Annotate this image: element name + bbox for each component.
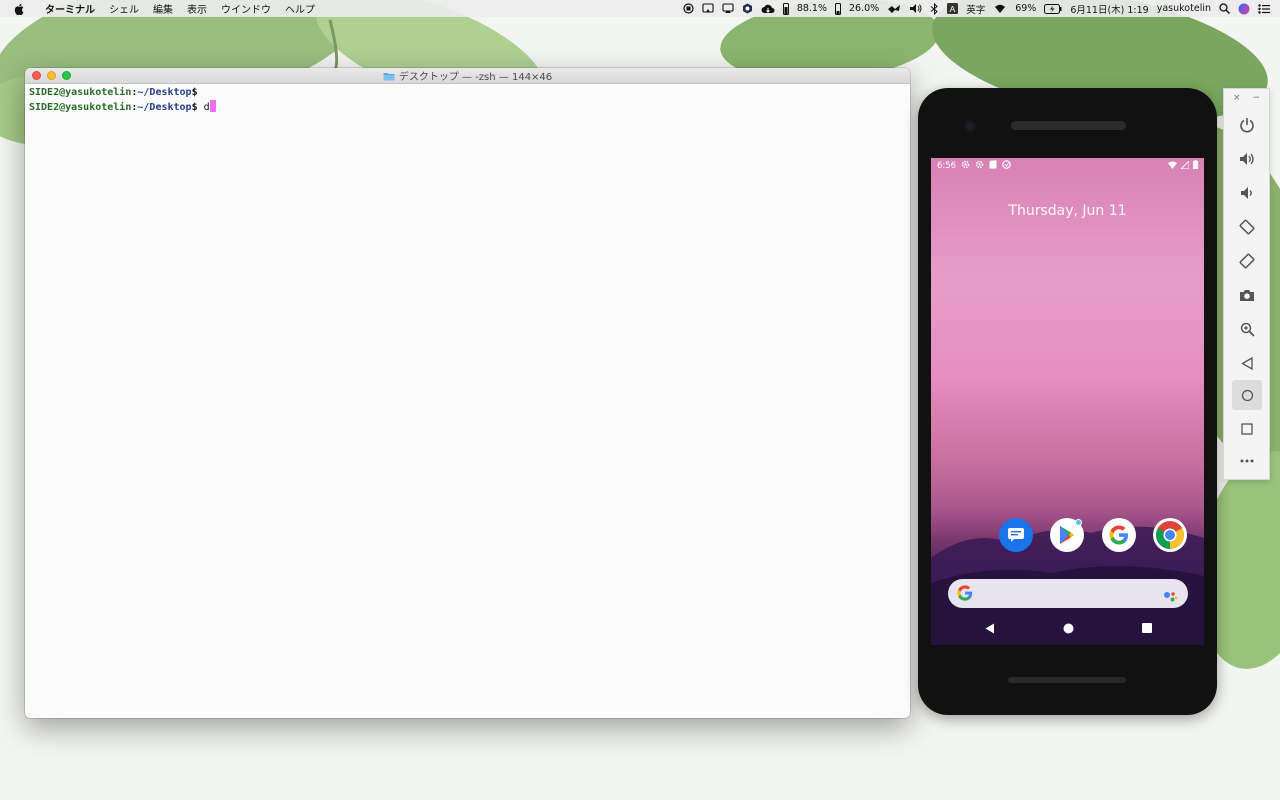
weather-icon[interactable] <box>887 4 901 14</box>
android-nav-bar <box>931 613 1204 645</box>
bluetooth-icon[interactable] <box>930 2 939 15</box>
record-icon[interactable] <box>683 3 694 14</box>
power-icon[interactable] <box>1232 110 1262 140</box>
back-icon[interactable] <box>983 621 997 635</box>
memory-icon <box>782 2 789 15</box>
home-button-icon[interactable] <box>1232 380 1262 410</box>
notification-center-icon[interactable] <box>1258 3 1270 14</box>
messages-icon[interactable] <box>999 518 1033 552</box>
terminal-line: SIDE2@yasukotelin:~/Desktop$ <box>29 86 906 100</box>
menu-view[interactable]: 表示 <box>180 1 214 16</box>
search-icon[interactable] <box>1219 3 1230 14</box>
minimize-button[interactable] <box>47 71 56 80</box>
google-search-bar[interactable] <box>948 579 1188 608</box>
prompt-user: SIDE2@yasukotelin <box>29 102 132 113</box>
camera-icon[interactable] <box>1232 280 1262 310</box>
battery-text-1: 88.1% <box>796 3 827 14</box>
volume-icon[interactable] <box>909 3 922 14</box>
airplay-icon[interactable] <box>722 3 734 14</box>
home-date[interactable]: Thursday, Jun 11 <box>931 203 1204 219</box>
phone-time: 6:56 <box>937 161 957 171</box>
siri-icon[interactable] <box>1238 3 1250 15</box>
terminal-content[interactable]: SIDE2@yasukotelin:~/Desktop$ SIDE2@yasuk… <box>25 84 910 117</box>
sync-icon <box>1002 160 1011 172</box>
battery-percent: 69% <box>1015 3 1037 14</box>
apple-icon[interactable] <box>14 3 30 15</box>
user-name[interactable]: yasukotelin <box>1157 3 1211 14</box>
battery-icon[interactable] <box>1044 3 1062 14</box>
emulator-close-button[interactable]: × <box>1233 93 1241 103</box>
android-emulator-device: 6:56 Thursday, Jun 11 <box>918 88 1217 715</box>
front-camera <box>964 120 976 132</box>
phone-battery-icon <box>1193 160 1198 172</box>
play-store-icon[interactable] <box>1050 518 1084 552</box>
back-button-icon[interactable] <box>1232 348 1262 378</box>
wifi-icon <box>1168 161 1177 172</box>
menu-edit[interactable]: 編集 <box>146 1 180 16</box>
prompt-path: ~/Desktop <box>137 87 192 98</box>
prompt-path: ~/Desktop <box>137 102 192 113</box>
command-input[interactable]: d <box>198 102 210 113</box>
volume-down-icon[interactable] <box>1232 178 1262 208</box>
earpiece-speaker <box>1011 121 1126 130</box>
screen-share-icon[interactable] <box>702 3 714 14</box>
home-dock <box>931 518 1204 554</box>
cloud-icon[interactable] <box>761 4 775 14</box>
emulator-toolbar: × − <box>1223 88 1270 480</box>
wifi-icon[interactable] <box>993 3 1007 14</box>
close-button[interactable] <box>32 71 41 80</box>
status-area: 88.1% 26.0% A 英字 69% 6月11日(木) 1:19 yasuk… <box>683 2 1280 16</box>
google-g-icon <box>957 585 973 605</box>
prompt-user: SIDE2@yasukotelin <box>29 87 132 98</box>
terminal-window[interactable]: デスクトップ — -zsh — 144×46 SIDE2@yasukotelin… <box>25 68 910 718</box>
overview-button-icon[interactable] <box>1232 414 1262 444</box>
rotate-left-icon[interactable] <box>1232 212 1262 242</box>
more-icon[interactable] <box>1232 446 1262 476</box>
signal-icon <box>1179 159 1190 172</box>
google-icon[interactable] <box>1102 518 1136 552</box>
settings-notification-icon <box>961 160 970 172</box>
menu-help[interactable]: ヘルプ <box>278 1 322 16</box>
menu-window[interactable]: ウインドウ <box>214 1 278 16</box>
assistant-icon[interactable] <box>1164 588 1178 607</box>
menu-terminal[interactable]: ターミナル <box>38 1 102 16</box>
text-cursor <box>209 100 216 112</box>
menu-bar: ターミナル シェル 編集 表示 ウインドウ ヘルプ 88.1% 26.0% A … <box>0 0 1280 17</box>
prompt-dollar: $ <box>191 87 198 98</box>
terminal-titlebar[interactable]: デスクトップ — -zsh — 144×46 <box>25 68 910 84</box>
zoom-icon[interactable] <box>1232 314 1262 344</box>
app-status-icon[interactable] <box>742 3 753 14</box>
battery-text-2: 26.0% <box>849 3 880 14</box>
datetime[interactable]: 6月11日(木) 1:19 <box>1070 2 1148 16</box>
bottom-speaker <box>1008 677 1126 683</box>
terminal-title: デスクトップ — -zsh — 144×46 <box>398 72 553 83</box>
svg-text:A: A <box>950 4 956 14</box>
chrome-icon[interactable] <box>1153 518 1187 552</box>
settings-notification-icon-2 <box>975 160 984 172</box>
window-controls <box>32 71 71 80</box>
menu-shell[interactable]: シェル <box>102 1 146 16</box>
android-status-bar: 6:56 <box>931 158 1204 174</box>
input-method-icon[interactable]: A <box>947 3 959 14</box>
sd-card-icon <box>989 160 997 172</box>
overview-icon[interactable] <box>1140 621 1154 635</box>
terminal-line: SIDE2@yasukotelin:~/Desktop$ d <box>29 100 906 115</box>
rotate-right-icon[interactable] <box>1232 246 1262 276</box>
phone-screen[interactable]: 6:56 Thursday, Jun 11 <box>931 158 1204 645</box>
input-method-label[interactable]: 英字 <box>966 2 985 16</box>
maximize-button[interactable] <box>62 71 71 80</box>
home-icon[interactable] <box>1061 621 1075 635</box>
emulator-minimize-button[interactable]: − <box>1252 93 1260 103</box>
cpu-icon <box>835 2 841 15</box>
volume-up-icon[interactable] <box>1232 144 1262 174</box>
folder-icon <box>383 71 395 81</box>
